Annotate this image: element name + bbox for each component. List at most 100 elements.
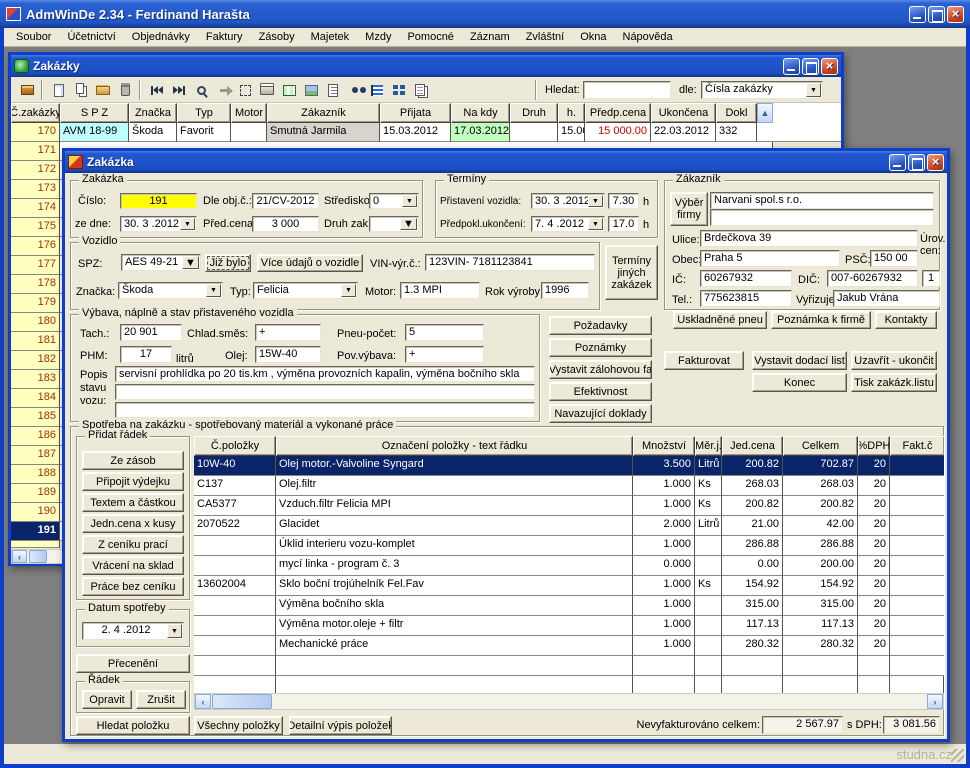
column-header[interactable]: Zákazník [267,103,380,123]
menu-ucetnictvi[interactable]: Účetnictví [59,29,123,45]
cell-motor[interactable] [231,123,267,142]
cell-order-number[interactable]: 182 [11,351,60,370]
cell-unit-price[interactable]: 268.03 [722,476,783,496]
zrusit-button[interactable]: Zrušit [136,690,186,709]
new-icon[interactable] [49,80,69,100]
tire-count-field[interactable]: 5 [405,324,484,341]
cell-unit-price[interactable]: 21.00 [722,516,783,536]
open-icon[interactable] [93,80,113,100]
cell-finished[interactable]: 22.03.2012 [651,123,716,142]
cell-unit[interactable] [695,536,722,556]
konec-button[interactable]: Konec [752,373,847,392]
scroll-thumb[interactable] [212,694,272,709]
phone-field[interactable]: 775623815 [700,290,792,307]
predpokl-date-combo[interactable]: 7. 4 .2012 [531,216,605,232]
cell-vat[interactable]: 20 [858,496,890,516]
uskladnene-pneu-button[interactable]: Uskladněné pneu [673,311,767,329]
minimize-icon[interactable] [909,6,926,23]
condition-line2-field[interactable] [115,384,535,400]
menu-pomocne[interactable]: Pomocné [399,29,461,45]
cell-qty[interactable]: 1.000 [633,536,695,556]
cell-order-number[interactable]: 175 [11,218,60,237]
cell-unit[interactable] [695,616,722,636]
cell-item-code[interactable] [194,596,276,616]
cell-due[interactable]: 17.03.2012 [451,123,510,142]
condition-line3-field[interactable] [115,402,535,418]
items-hscrollbar[interactable]: ‹ › [194,693,944,710]
prace-bez-ceniku-button[interactable]: Práce bez ceníku [82,577,184,596]
zalohova-fa-button[interactable]: Vystavit zálohovou fa [549,360,652,379]
cell-qty[interactable]: 1.000 [633,616,695,636]
chart-icon[interactable] [367,80,387,100]
item-row[interactable]: Úklid interieru vozu-komplet 1.000 286.8… [194,536,943,556]
print-icon[interactable] [257,80,277,100]
vehicle-details-button[interactable]: Více údajů o vozidle [257,254,363,272]
company-name2-field[interactable] [710,209,934,226]
cell-total[interactable]: 268.03 [783,476,858,496]
cell-order-number[interactable]: 174 [11,199,60,218]
menu-faktury[interactable]: Faktury [198,29,251,45]
cell-invoice[interactable] [890,496,944,516]
column-header[interactable]: Označení položky - text řádku [276,436,633,456]
company-name-field[interactable]: Narvani spol.s r.o. [710,192,934,209]
cell-item-text[interactable]: Vzduch.filtr Felicia MPI [276,496,633,516]
jiz-bylo-button[interactable]: Již bylo [205,254,251,272]
cell-vat[interactable]: 20 [858,536,890,556]
item-row[interactable]: Výměna motor.oleje + filtr 1.000 117.13 … [194,616,943,636]
other-orders-terms-button[interactable]: Termíny jiných zakázek [605,245,658,300]
cell-total[interactable]: 42.00 [783,516,858,536]
column-header[interactable]: Druh [510,103,558,123]
type-combo[interactable]: Felicia [253,282,358,299]
cell-vat[interactable]: 20 [858,476,890,496]
z-ceniku-praci-button[interactable]: Z ceníku prací [82,535,184,554]
menu-zvlastni[interactable]: Zvláštní [518,29,573,45]
scroll-left-icon[interactable]: ‹ [195,694,211,709]
cell-unit[interactable] [695,636,722,656]
pripojit-vydejku-button[interactable]: Připojit výdejku [82,472,184,491]
menu-soubor[interactable]: Soubor [8,29,59,45]
druh-zak-combo[interactable] [369,216,419,232]
cell-qty[interactable]: 1.000 [633,636,695,656]
odometer-field[interactable]: 20 901 [120,324,182,341]
vraceni-na-sklad-button[interactable]: Vrácení na sklad [82,556,184,575]
cell-order-number[interactable]: 180 [11,313,60,332]
copy-icon[interactable] [71,80,91,100]
search-input[interactable] [583,81,671,99]
scroll-thumb[interactable] [29,550,47,563]
cell-qty[interactable]: 1.000 [633,576,695,596]
pristaveni-date-combo[interactable]: 30. 3 .2012 [531,193,605,209]
cell-order-number[interactable]: 186 [11,427,60,446]
cell-customer[interactable]: Smutná Jarmila [267,123,380,142]
select-icon[interactable] [235,80,255,100]
cell-total[interactable]: 702.87 [783,456,858,476]
pozadavky-button[interactable]: Požadavky [549,316,652,335]
combo-arrow-icon[interactable] [180,218,195,230]
search-icon[interactable] [191,80,211,100]
item-row[interactable]: C137 Olej.filtr 1.000 Ks 268.03 268.03 2… [194,476,943,496]
search-by-combo[interactable]: Čísla zakázky [701,81,823,99]
cell-total[interactable]: 200.82 [783,496,858,516]
city-field[interactable]: Praha 5 [700,250,840,267]
scroll-track[interactable] [272,694,927,709]
hledat-polozku-button[interactable]: Hledat položku [76,716,190,735]
column-header[interactable]: Č.zakázky [11,103,60,123]
price-level-field[interactable]: 1 [922,270,940,287]
cell-item-code[interactable]: 10W-40 [194,456,276,476]
kontakty-button[interactable]: Kontakty [875,311,937,329]
cell-order-number[interactable]: 179 [11,294,60,313]
cell-item-code[interactable] [194,536,276,556]
cell-brand[interactable]: Škoda [129,123,177,142]
cell-item-text[interactable]: Olej motor.-Valvoline Syngard [276,456,633,476]
stredisko-combo[interactable]: 0 [369,193,419,209]
first-record-icon[interactable] [147,80,167,100]
cell-vat[interactable]: 20 [858,636,890,656]
cell-vat[interactable]: 20 [858,596,890,616]
motor-field[interactable]: 1.3 MPI [400,282,480,299]
column-header[interactable]: h. [558,103,585,123]
menu-majetek[interactable]: Majetek [303,29,358,45]
menu-okna[interactable]: Okna [572,29,614,45]
efektivnost-button[interactable]: Efektivnost [549,382,652,401]
goto-icon[interactable] [213,80,233,100]
cell-order-number[interactable]: 183 [11,370,60,389]
cell-item-text[interactable]: Výměna motor.oleje + filtr [276,616,633,636]
